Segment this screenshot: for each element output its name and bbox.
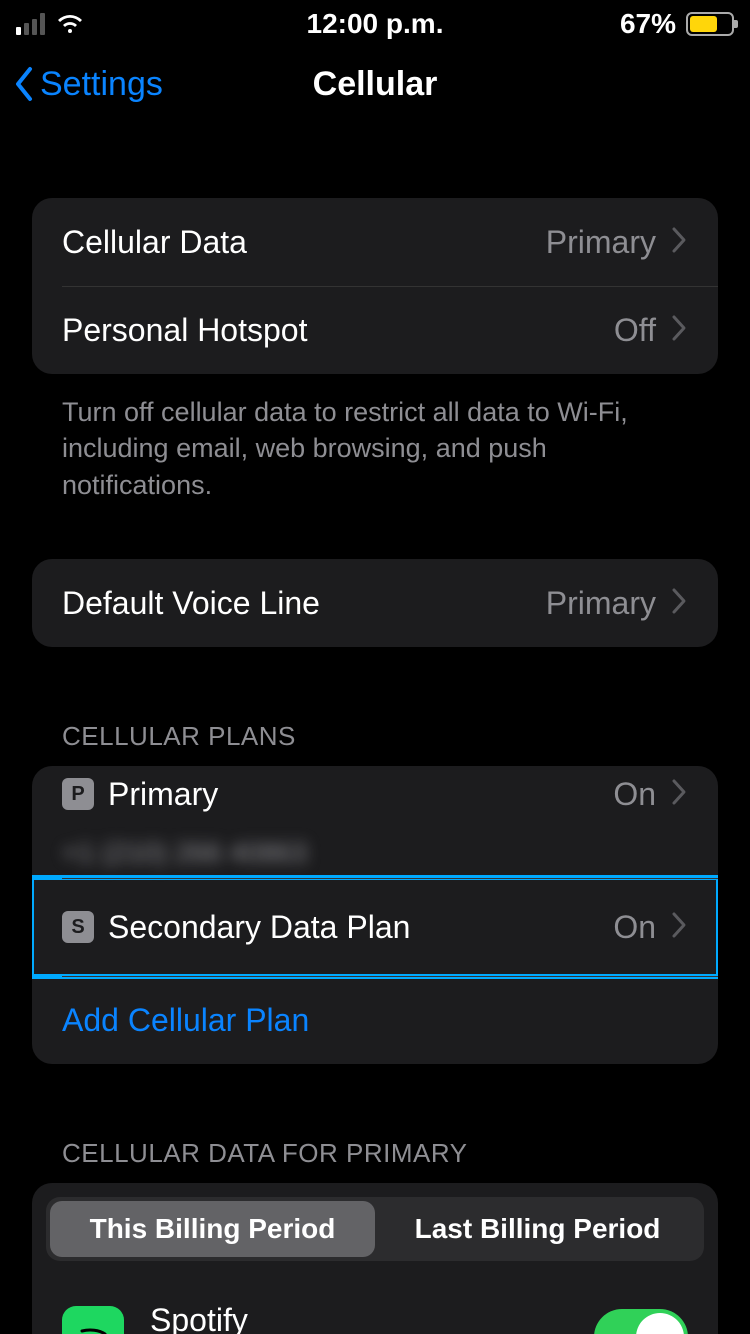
back-button[interactable]: Settings	[12, 65, 163, 104]
chevron-right-icon	[670, 587, 688, 620]
segment-last-period[interactable]: Last Billing Period	[375, 1201, 700, 1257]
battery-percentage: 67%	[620, 8, 676, 40]
voice-line-label: Default Voice Line	[62, 585, 546, 622]
cellular-data-label: Cellular Data	[62, 224, 546, 261]
row-default-voice-line[interactable]: Default Voice Line Primary	[32, 559, 718, 647]
status-time: 12:00 p.m.	[216, 8, 534, 40]
chevron-left-icon	[12, 66, 36, 102]
group-usage: This Billing Period Last Billing Period …	[32, 1183, 718, 1334]
nav-bar: Settings Cellular	[0, 48, 750, 120]
cellular-data-value: Primary	[546, 224, 656, 261]
row-plan-primary[interactable]: P Primary On +1 (210) 266 40863	[32, 766, 718, 878]
plan-secondary-value: On	[613, 909, 656, 946]
wifi-icon	[55, 13, 85, 35]
hotspot-value: Off	[614, 312, 656, 349]
row-plan-secondary[interactable]: S Secondary Data Plan On	[32, 878, 718, 976]
group-cellular-plans: P Primary On +1 (210) 266 40863 S Second…	[32, 766, 718, 1064]
plan-badge-secondary: S	[62, 911, 94, 943]
cellular-data-footer: Turn off cellular data to restrict all d…	[32, 374, 718, 503]
page-title: Cellular	[313, 65, 438, 104]
group-cellular-settings: Cellular Data Primary Personal Hotspot O…	[32, 198, 718, 374]
plan-secondary-title: Secondary Data Plan	[108, 909, 410, 946]
row-cellular-data[interactable]: Cellular Data Primary	[32, 198, 718, 286]
battery-icon	[686, 12, 734, 36]
plan-primary-subtitle: +1 (210) 266 40863	[62, 837, 688, 869]
toggle-spotify-cellular[interactable]	[594, 1309, 688, 1334]
status-right: 67%	[534, 8, 734, 40]
chevron-right-icon	[670, 778, 688, 811]
plan-primary-title: Primary	[108, 776, 218, 813]
row-personal-hotspot[interactable]: Personal Hotspot Off	[32, 286, 718, 374]
voice-line-value: Primary	[546, 585, 656, 622]
chevron-right-icon	[670, 314, 688, 347]
status-left	[16, 13, 216, 35]
status-bar: 12:00 p.m. 67%	[0, 0, 750, 48]
spotify-icon	[62, 1306, 124, 1334]
add-plan-label: Add Cellular Plan	[62, 1002, 688, 1039]
segment-this-period[interactable]: This Billing Period	[50, 1201, 375, 1257]
plan-primary-value: On	[613, 776, 656, 813]
back-label: Settings	[40, 65, 163, 104]
row-app-spotify: Spotify 152 MB	[32, 1275, 718, 1334]
section-header-plans: CELLULAR PLANS	[32, 721, 718, 766]
row-add-cellular-plan[interactable]: Add Cellular Plan	[32, 976, 718, 1064]
app-name: Spotify	[150, 1302, 248, 1334]
cellular-signal-icon	[16, 13, 45, 35]
segmented-billing-period: This Billing Period Last Billing Period	[46, 1197, 704, 1261]
group-voice-line: Default Voice Line Primary	[32, 559, 718, 647]
hotspot-label: Personal Hotspot	[62, 312, 614, 349]
plan-badge-primary: P	[62, 778, 94, 810]
chevron-right-icon	[670, 226, 688, 259]
section-header-usage: CELLULAR DATA FOR PRIMARY	[32, 1138, 718, 1183]
chevron-right-icon	[670, 911, 688, 944]
